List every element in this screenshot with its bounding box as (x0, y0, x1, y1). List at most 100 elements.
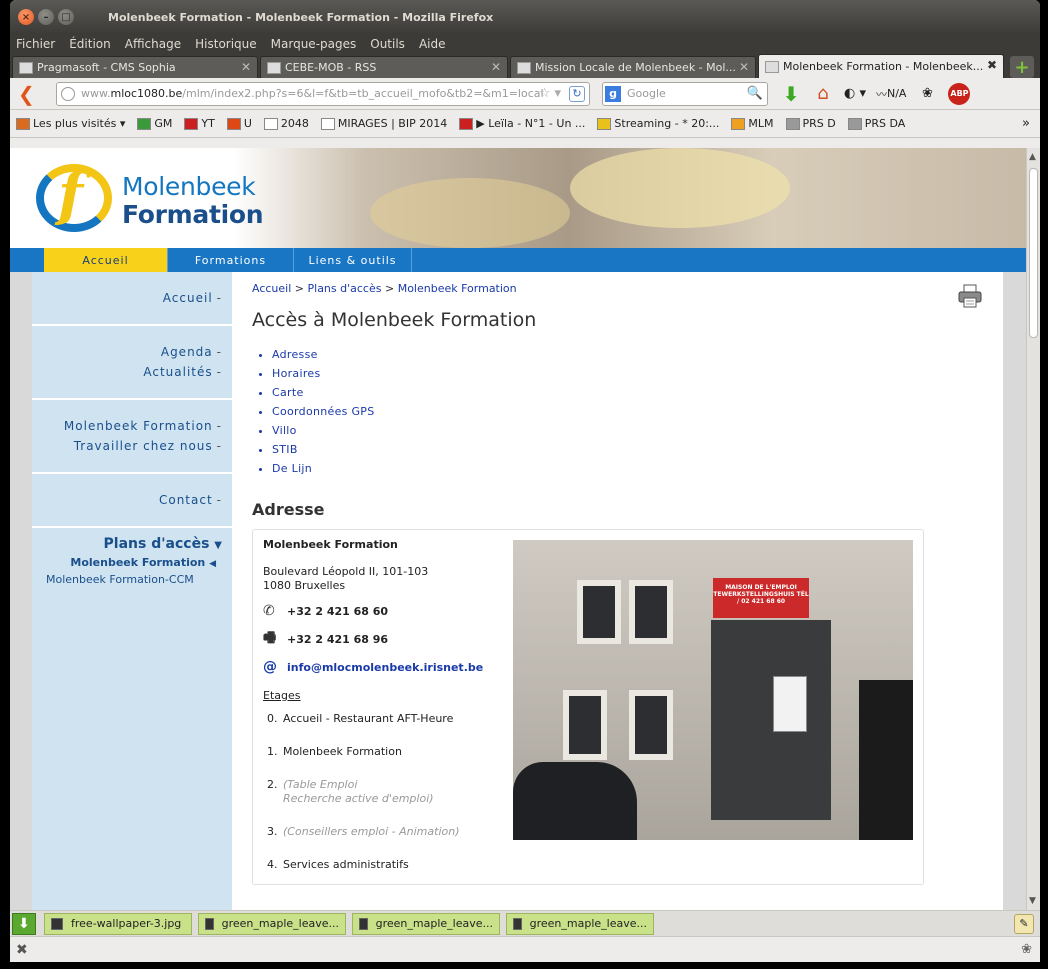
bookmark-item[interactable]: MIRAGES | BIP 2014 (320, 117, 447, 130)
menu-edition[interactable]: Édition (69, 37, 111, 51)
title-bar: × – □ Molenbeek Formation - Molenbeek Fo… (10, 0, 1040, 34)
site-logo[interactable]: f Molenbeek Formation (36, 160, 276, 234)
vertical-scrollbar[interactable]: ▲ ▼ (1026, 148, 1040, 910)
na-indicator[interactable]: 〰 N/A (876, 83, 906, 105)
tab-label: Pragmasoft - CMS Sophia (37, 61, 176, 74)
bookmark-item[interactable]: MLM (731, 117, 774, 130)
bookmark-item[interactable]: Les plus visités ▾ (16, 117, 125, 130)
reload-icon[interactable]: ↻ (569, 85, 585, 102)
topnav-liens-outils[interactable]: Liens & outils (294, 248, 412, 272)
site-identity-icon[interactable] (61, 86, 75, 101)
tab-label: CEBE-MOB - RSS (285, 61, 377, 74)
email-link[interactable]: info@mlocmolenbeek.irisnet.be (287, 661, 483, 674)
menu-historique[interactable]: Historique (195, 37, 257, 51)
tab-close-icon[interactable]: ✖ (987, 58, 997, 72)
tab-pragmasoft[interactable]: Pragmasoft - CMS Sophia ✕ (12, 56, 258, 78)
bookmark-item[interactable]: U (226, 117, 252, 130)
back-button[interactable]: ❮ (18, 82, 40, 106)
sidebar-item-accueil[interactable]: Accueil - (32, 288, 222, 308)
breadcrumb: Accueil > Plans d'accès > Molenbeek Form… (252, 282, 517, 295)
menu-marque-pages[interactable]: Marque-pages (271, 37, 357, 51)
bookmark-item[interactable]: Streaming - * 20:... (597, 117, 719, 130)
menu-fichier[interactable]: Fichier (16, 37, 55, 51)
menu-aide[interactable]: Aide (419, 37, 446, 51)
search-icon[interactable]: 🔍 (747, 86, 763, 101)
anchor-link[interactable]: STIB (272, 440, 983, 459)
window-title: Molenbeek Formation - Molenbeek Formatio… (108, 10, 494, 24)
phone-icon: ✆ (263, 603, 275, 619)
bookmark-star-icon[interactable]: ☆ ▾ (539, 86, 561, 101)
anchor-link[interactable]: Carte (272, 383, 983, 402)
tab-molenbeek-formation[interactable]: Molenbeek Formation - Molenbeek... ✖ (758, 54, 1004, 78)
home-icon[interactable]: ⌂ (812, 83, 834, 105)
sidebar-subitem-molenbeek-formation[interactable]: Molenbeek Formation ◀ (32, 556, 232, 569)
sidebar-group: Contact - (32, 474, 232, 528)
tab-close-icon[interactable]: ✕ (491, 60, 501, 74)
tab-close-icon[interactable]: ✕ (739, 60, 749, 74)
sidebar-item-travailler[interactable]: Travailler chez nous - (32, 436, 222, 456)
paw-icon[interactable]: ❀ (916, 83, 938, 105)
sidebar-item-agenda[interactable]: Agenda - (32, 342, 222, 362)
url-bar[interactable]: www.mloc1080.be/mlm/index2.php?s=6&l=f&t… (56, 81, 590, 106)
anchor-link[interactable]: Horaires (272, 364, 983, 383)
anchor-link[interactable]: Villo (272, 421, 983, 440)
topnav-formations[interactable]: Formations (168, 248, 294, 272)
print-icon[interactable] (957, 284, 983, 308)
anchor-link[interactable]: Coordonnées GPS (272, 402, 983, 421)
google-engine-icon[interactable]: g (605, 85, 621, 102)
window-close-button[interactable]: × (18, 9, 34, 25)
bookmark-item[interactable]: PRS D (785, 117, 836, 130)
new-tab-button[interactable]: + (1010, 56, 1034, 78)
site-top-nav: Accueil Formations Liens & outils (10, 248, 1026, 272)
breadcrumb-accueil[interactable]: Accueil (252, 282, 291, 295)
bookmark-item[interactable]: GM (137, 117, 172, 130)
scroll-down-icon[interactable]: ▼ (1029, 896, 1036, 906)
bookmarks-overflow-icon[interactable]: » (1022, 116, 1030, 131)
page-icon (320, 117, 335, 130)
favicon-icon (765, 60, 779, 73)
breadcrumb-current[interactable]: Molenbeek Formation (398, 282, 517, 295)
bookmark-item[interactable]: 2048 (263, 117, 309, 130)
sidebar-item-contact[interactable]: Contact - (32, 490, 222, 510)
tab-bar: Pragmasoft - CMS Sophia ✕ CEBE-MOB - RSS… (10, 54, 1040, 78)
favicon-icon (517, 61, 531, 74)
maps-icon (137, 117, 152, 130)
bookmark-item[interactable]: YT (184, 117, 215, 130)
tab-close-icon[interactable]: ✕ (241, 60, 251, 74)
menu-affichage[interactable]: Affichage (125, 37, 181, 51)
tab-cebe-mob[interactable]: CEBE-MOB - RSS ✕ (260, 56, 508, 78)
sidebar-item-plans-acces[interactable]: Plans d'accès ▼ (32, 528, 232, 552)
anchor-link[interactable]: De Lijn (272, 459, 983, 478)
logo-line1: Molenbeek (122, 172, 256, 201)
topnav-accueil[interactable]: Accueil (44, 248, 168, 272)
site-header: f Molenbeek Formation (10, 148, 1026, 248)
building-photo: MAISON DE L'EMPLOI TEWERKSTELLINGSHUIS T… (513, 540, 913, 840)
menu-outils[interactable]: Outils (370, 37, 405, 51)
address-card: Molenbeek Formation Boulevard Léopold II… (252, 529, 924, 885)
tab-mission-locale[interactable]: Mission Locale de Molenbeek - Mol... ✕ (510, 56, 756, 78)
sidebar-item-molenbeek-formation[interactable]: Molenbeek Formation - (32, 416, 222, 436)
cloud-icon (847, 117, 862, 130)
scroll-up-icon[interactable]: ▲ (1029, 152, 1036, 162)
navigation-toolbar: ❮ www.mloc1080.be/mlm/index2.php?s=6&l=f… (10, 78, 1040, 110)
bookmark-item[interactable]: PRS DA (847, 117, 905, 130)
sidebar-group: Accueil - (32, 272, 232, 326)
window-maximize-button[interactable]: □ (58, 9, 74, 25)
sidebar-subitem-ccm[interactable]: Molenbeek Formation-CCM (32, 573, 232, 586)
page-title: Accès à Molenbeek Formation (252, 309, 537, 331)
breadcrumb-plans[interactable]: Plans d'accès (308, 282, 382, 295)
scrollbar-thumb[interactable] (1029, 168, 1038, 338)
adblock-icon[interactable]: ABP (948, 82, 971, 105)
addon-globe-icon[interactable]: ◐ ▾ (844, 83, 866, 105)
tab-label: Molenbeek Formation - Molenbeek... (783, 60, 984, 73)
window-minimize-button[interactable]: – (38, 9, 54, 25)
bookmark-item[interactable]: ▶ Leïla - N°1 - Un ... (459, 117, 585, 130)
download-arrow-icon[interactable]: ⬇ (780, 82, 802, 106)
anchor-link[interactable]: Adresse (272, 345, 983, 364)
search-bar[interactable]: g Google 🔍 (602, 81, 768, 106)
favicon-icon (19, 61, 33, 74)
page-icon (263, 117, 278, 130)
youtube-icon (459, 117, 474, 130)
sidebar-item-actualites[interactable]: Actualités - (32, 362, 222, 382)
header-photo-blur (570, 148, 790, 228)
